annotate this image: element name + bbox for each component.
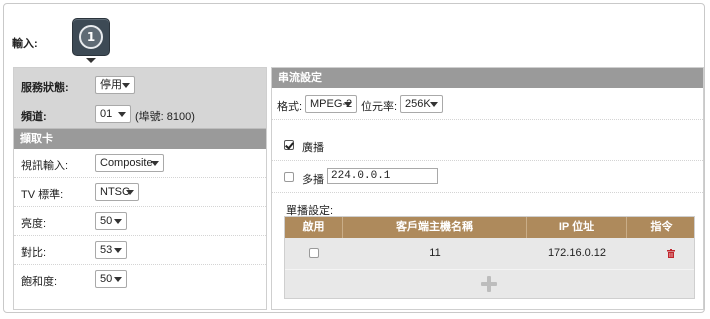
chevron-down-icon <box>151 161 159 166</box>
row-enabled-checkbox[interactable] <box>309 248 319 258</box>
brightness-label: 亮度: <box>21 218 47 230</box>
unicast-table: 啟用 客戶端主機名稱 IP 位址 指令 11 172.16.0.12 <box>284 216 695 299</box>
brightness-select[interactable]: 50 <box>95 212 127 230</box>
multicast-address-input[interactable]: 224.0.0.1 <box>327 168 438 184</box>
trash-icon[interactable] <box>667 249 675 258</box>
channel-label: 頻道: <box>21 111 47 123</box>
multicast-row: 多播 224.0.0.1 <box>272 162 703 193</box>
service-status-select[interactable]: 停用 <box>95 76 135 94</box>
saturation-row: 飽和度: 50 <box>14 265 266 294</box>
format-row: 格式: MPEG-2 位元率: 256K <box>272 88 703 120</box>
chevron-down-icon <box>114 277 122 282</box>
contrast-label: 對比: <box>21 247 47 259</box>
capture-card-section: 視訊輸入: Composite TV 標準: NTSC 亮度: 50 對比: 5… <box>14 149 266 310</box>
input-number-icon: 1 <box>79 25 103 49</box>
streaming-header: 串流設定 <box>272 68 703 88</box>
video-input-value: Composite <box>100 157 153 169</box>
tv-standard-label: TV 標準: <box>21 189 64 201</box>
channel-select[interactable]: 01 <box>95 105 131 123</box>
broadcast-label: 廣播 <box>302 142 324 154</box>
chevron-down-icon <box>114 219 122 224</box>
left-panel: 服務狀態: 停用 頻道: 01 (埠號: 8100) 擷取卡 視訊輸入: Com… <box>13 67 267 310</box>
contrast-value: 53 <box>100 244 113 256</box>
brightness-row: 亮度: 50 <box>14 207 266 236</box>
capture-card-header: 擷取卡 <box>14 129 266 149</box>
row-command-cell <box>627 238 696 269</box>
video-input-select[interactable]: Composite <box>95 154 164 172</box>
multicast-checkbox[interactable] <box>284 172 294 182</box>
input-selector-tile[interactable]: 1 <box>72 18 110 56</box>
tv-standard-select[interactable]: NTSC <box>95 183 139 201</box>
saturation-select[interactable]: 50 <box>95 270 127 288</box>
column-header-hostname: 客戶端主機名稱 <box>343 217 527 238</box>
video-input-label: 視訊輸入: <box>21 160 69 172</box>
row-enabled-cell <box>285 238 343 269</box>
port-hint: (埠號: 8100) <box>135 111 195 123</box>
plus-icon[interactable] <box>481 276 497 292</box>
service-status-block: 服務狀態: 停用 頻道: 01 (埠號: 8100) <box>14 68 266 129</box>
chevron-down-icon <box>122 83 130 88</box>
broadcast-row: 廣播 <box>272 130 703 161</box>
chevron-down-icon <box>344 102 352 107</box>
tv-standard-row: TV 標準: NTSC <box>14 178 266 207</box>
table-row: 11 172.16.0.12 <box>285 238 694 269</box>
row-ip: 172.16.0.12 <box>547 247 607 259</box>
channel-value: 01 <box>100 108 113 120</box>
bitrate-value: 256K <box>405 98 431 110</box>
video-input-row: 視訊輸入: Composite <box>14 149 266 178</box>
chevron-down-icon <box>430 102 438 107</box>
chevron-down-icon <box>118 112 126 117</box>
format-label: 格式: <box>277 101 303 113</box>
brightness-value: 50 <box>100 215 113 227</box>
caret-down-icon <box>86 58 96 63</box>
bitrate-select[interactable]: 256K <box>400 95 443 113</box>
format-select[interactable]: MPEG-2 <box>305 95 357 113</box>
broadcast-checkbox[interactable] <box>284 140 294 150</box>
input-label: 輸入: <box>12 38 38 50</box>
service-status-value: 停用 <box>100 79 122 91</box>
add-row-area <box>285 269 694 298</box>
multicast-label: 多播 <box>302 174 324 186</box>
service-status-label: 服務狀態: <box>21 82 69 94</box>
bitrate-label: 位元率: <box>361 101 398 113</box>
settings-frame: 輸入: 1 服務狀態: 停用 頻道: 01 (埠號: 8100) 擷取卡 視訊輸… <box>3 3 705 313</box>
saturation-label: 飽和度: <box>21 276 58 288</box>
column-header-enabled: 啟用 <box>285 217 343 238</box>
table-header: 啟用 客戶端主機名稱 IP 位址 指令 <box>285 217 694 238</box>
chevron-down-icon <box>126 190 134 195</box>
chevron-down-icon <box>114 248 122 253</box>
contrast-row: 對比: 53 <box>14 236 266 265</box>
saturation-value: 50 <box>100 273 113 285</box>
right-panel: 串流設定 格式: MPEG-2 位元率: 256K 廣播 多播 224.0.0.… <box>271 67 704 310</box>
column-header-command: 指令 <box>650 221 673 233</box>
multicast-address-value: 224.0.0.1 <box>331 170 391 182</box>
row-hostname: 11 <box>429 247 441 259</box>
contrast-select[interactable]: 53 <box>95 241 127 259</box>
column-header-ip: IP 位址 <box>527 217 627 238</box>
